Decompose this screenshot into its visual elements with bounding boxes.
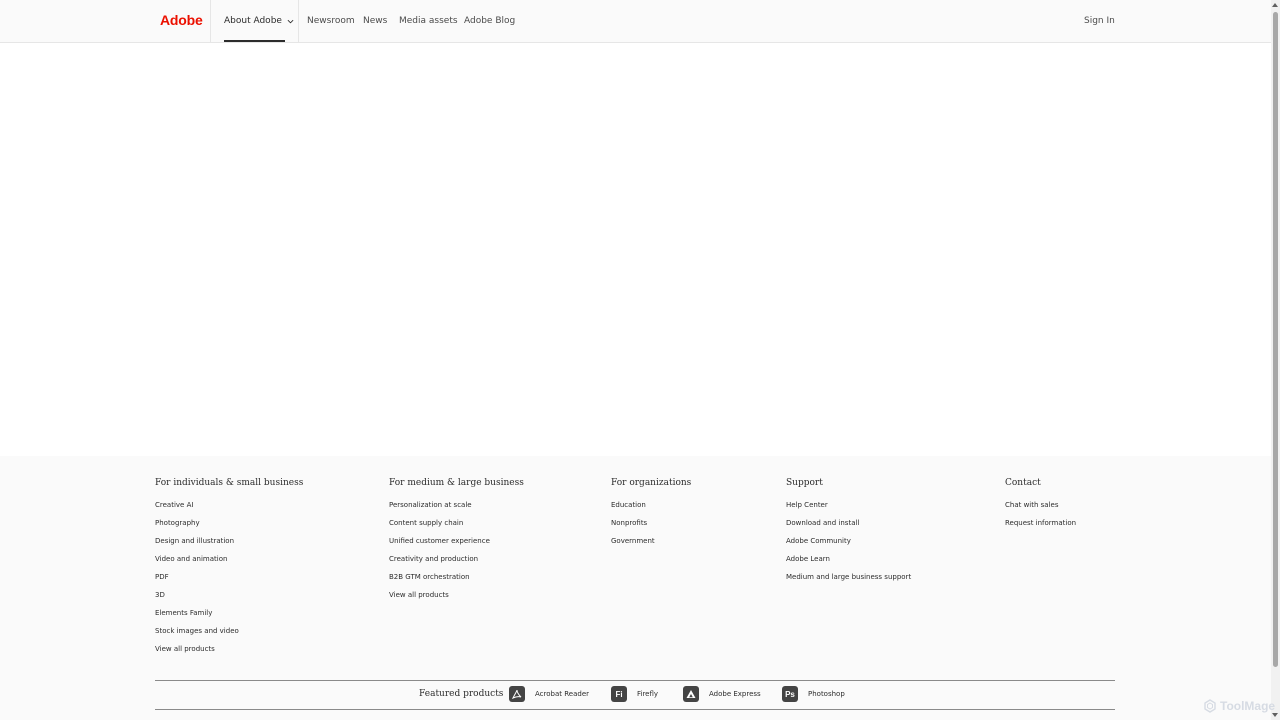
footer-link[interactable]: Creative AI: [155, 501, 303, 519]
top-navigation: Adobe About Adobe Newsroom News Media as…: [0, 0, 1271, 43]
footer-link[interactable]: Video and animation: [155, 555, 303, 573]
chevron-down-icon: [287, 19, 294, 23]
featured-product-firefly[interactable]: Fi Firefly: [611, 686, 658, 702]
featured-product-photoshop[interactable]: Ps Photoshop: [782, 686, 845, 702]
nav-media-assets[interactable]: Media assets: [399, 0, 458, 42]
footer-link[interactable]: Creativity and production: [389, 555, 524, 573]
page-scrollbar[interactable]: [1271, 0, 1280, 720]
firefly-icon: Fi: [611, 686, 627, 702]
product-label: Acrobat Reader: [535, 690, 589, 698]
footer-link[interactable]: Personalization at scale: [389, 501, 524, 519]
featured-product-adobe-express[interactable]: Adobe Express: [683, 686, 761, 702]
footer-column-title: Contact: [1005, 478, 1041, 488]
nav-adobe-blog[interactable]: Adobe Blog: [464, 0, 515, 42]
scroll-down-arrow-icon[interactable]: [1272, 713, 1278, 717]
featured-products-title: Featured products: [419, 689, 504, 699]
scrollbar-thumb[interactable]: [1273, 12, 1278, 667]
adobe-express-icon: [683, 686, 699, 702]
footer-link[interactable]: Adobe Learn: [786, 555, 911, 573]
footer-link[interactable]: Photography: [155, 519, 303, 537]
product-label: Photoshop: [808, 690, 845, 698]
footer-link[interactable]: Medium and large business support: [786, 573, 911, 591]
nav-divider: [298, 0, 299, 42]
about-adobe-label: About Adobe: [224, 16, 282, 26]
footer-column-organizations: For organizations Education Nonprofits G…: [611, 478, 691, 555]
footer-column-individuals: For individuals & small business Creativ…: [155, 478, 303, 663]
photoshop-icon: Ps: [782, 686, 798, 702]
footer-link[interactable]: 3D: [155, 591, 303, 609]
footer-link[interactable]: View all products: [155, 645, 303, 663]
footer-link[interactable]: B2B GTM orchestration: [389, 573, 524, 591]
sign-in-link[interactable]: Sign In: [1084, 0, 1115, 42]
footer-column-title: Support: [786, 478, 823, 488]
nav-newsroom[interactable]: Newsroom: [307, 0, 355, 42]
scroll-up-arrow-icon[interactable]: [1272, 3, 1278, 7]
footer-column-support: Support Help Center Download and install…: [786, 478, 911, 591]
footer-column-contact: Contact Chat with sales Request informat…: [1005, 478, 1076, 537]
footer-link[interactable]: Download and install: [786, 519, 911, 537]
footer-link[interactable]: Help Center: [786, 501, 911, 519]
footer-link[interactable]: Chat with sales: [1005, 501, 1076, 519]
footer-link[interactable]: Government: [611, 537, 691, 555]
product-label: Firefly: [637, 690, 659, 698]
footer-link[interactable]: Design and illustration: [155, 537, 303, 555]
active-tab-indicator: [224, 40, 285, 42]
footer-link[interactable]: Stock images and video: [155, 627, 303, 645]
about-adobe-menu[interactable]: About Adobe: [224, 0, 294, 42]
footer-link[interactable]: View all products: [389, 591, 524, 609]
nav-news[interactable]: News: [363, 0, 387, 42]
footer-link[interactable]: Education: [611, 501, 691, 519]
product-label: Adobe Express: [709, 690, 761, 698]
watermark: ToolMage: [1203, 699, 1275, 713]
footer-column-title: For individuals & small business: [155, 478, 304, 488]
footer-column-business: For medium & large business Personalizat…: [389, 478, 524, 609]
footer-link[interactable]: PDF: [155, 573, 303, 591]
featured-product-acrobat-reader[interactable]: Acrobat Reader: [509, 686, 589, 702]
footer: For individuals & small business Creativ…: [0, 456, 1271, 720]
watermark-text: ToolMage: [1220, 699, 1276, 713]
adobe-logo[interactable]: Adobe: [160, 12, 203, 28]
footer-link[interactable]: Adobe Community: [786, 537, 911, 555]
featured-products-bar: Featured products Acrobat Reader Fi Fire…: [155, 680, 1115, 710]
footer-column-title: For medium & large business: [389, 478, 524, 488]
footer-link[interactable]: Nonprofits: [611, 519, 691, 537]
footer-link[interactable]: Content supply chain: [389, 519, 524, 537]
footer-link[interactable]: Unified customer experience: [389, 537, 524, 555]
footer-link[interactable]: Request information: [1005, 519, 1076, 537]
acrobat-reader-icon: [509, 686, 525, 702]
footer-link[interactable]: Elements Family: [155, 609, 303, 627]
footer-column-title: For organizations: [611, 478, 692, 488]
watermark-logo-icon: [1204, 699, 1216, 713]
nav-divider: [210, 0, 211, 42]
